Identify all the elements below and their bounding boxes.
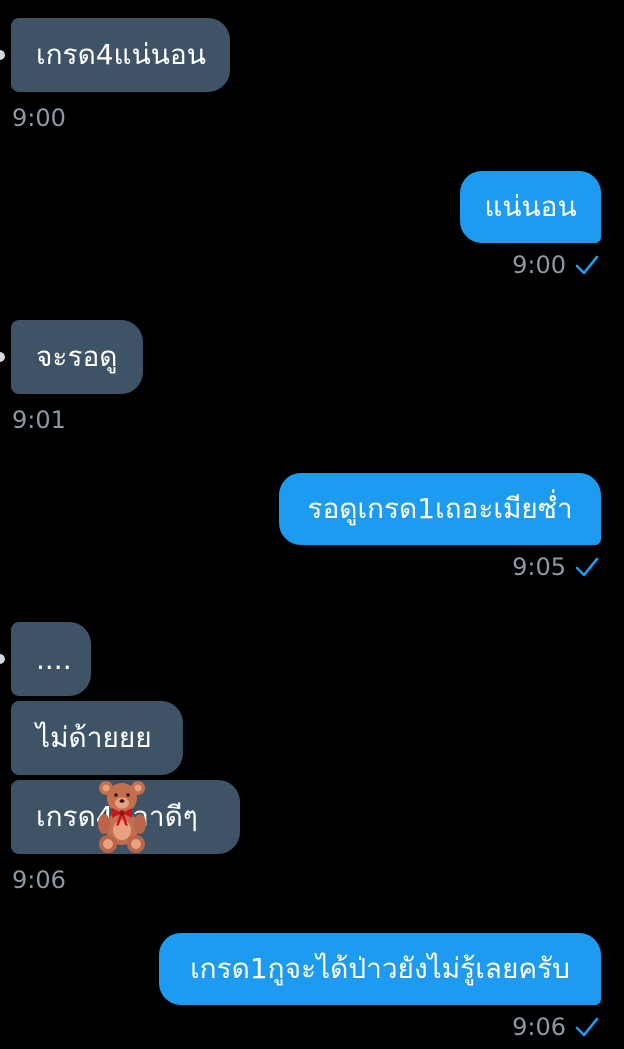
sent-check-icon xyxy=(575,1017,599,1037)
message-text: แน่นอน xyxy=(484,190,577,223)
outgoing-message-bubble[interactable]: แน่นอน xyxy=(460,171,601,243)
teddy-bear-icon xyxy=(98,781,146,853)
incoming-message-bubble[interactable]: จะรอดู xyxy=(11,320,143,394)
message-timestamp: 9:05 xyxy=(512,553,566,581)
avatar-edge xyxy=(0,50,5,60)
message-meta: 9:06 xyxy=(512,1012,600,1042)
message-meta: 9:00 xyxy=(512,250,600,280)
message-timestamp: 9:01 xyxy=(12,406,66,434)
outgoing-message-bubble[interactable]: เกรด1กูจะได้ป่าวยังไม่รู้เลยครับ xyxy=(159,933,601,1005)
message-text: เกรด4แน่นอน xyxy=(36,38,206,71)
message-text: .... xyxy=(36,642,72,676)
incoming-message-bubble[interactable]: เกรด4แน่นอน xyxy=(11,18,230,92)
message-text: เกรด1กูจะได้ป่าวยังไม่รู้เลยครับ xyxy=(190,952,570,985)
message-text: ไม่ด้ายยย xyxy=(36,721,152,754)
message-timestamp: 9:06 xyxy=(12,866,66,894)
avatar-edge xyxy=(0,654,5,664)
outgoing-message-bubble[interactable]: รอดูเกรด1เถอะเมียซ่ำ xyxy=(279,473,601,545)
message-meta: 9:05 xyxy=(512,552,600,582)
incoming-message-bubble[interactable]: ไม่ด้ายยย xyxy=(11,701,183,775)
message-timestamp: 9:00 xyxy=(512,251,566,279)
message-text: จะรอดู xyxy=(36,340,118,373)
message-timestamp: 9:06 xyxy=(512,1013,566,1041)
avatar-edge xyxy=(0,352,5,362)
sent-check-icon xyxy=(575,557,599,577)
incoming-message-bubble[interactable]: .... xyxy=(11,622,91,696)
message-timestamp: 9:00 xyxy=(12,104,66,132)
sent-check-icon xyxy=(575,255,599,275)
message-text: รอดูเกรด1เถอะเมียซ่ำ xyxy=(307,492,573,525)
